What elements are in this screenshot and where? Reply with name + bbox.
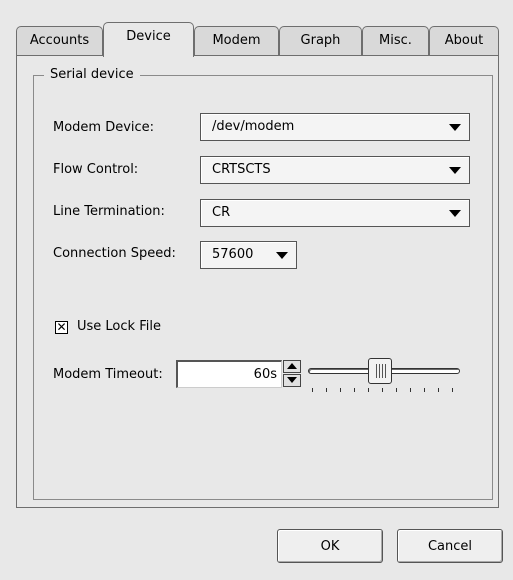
spin-up-button[interactable] — [283, 360, 301, 373]
device-tab-panel: Serial device Modem Device: /dev/modem F… — [16, 55, 499, 508]
group-title: Serial device — [44, 67, 140, 83]
tab-device[interactable]: Device — [103, 22, 194, 57]
line-termination-combo[interactable]: CR — [200, 199, 470, 227]
slider-tick — [452, 388, 453, 392]
slider-tick — [438, 388, 439, 392]
modem-timeout-label: Modem Timeout: — [53, 367, 163, 382]
slider-tick — [354, 388, 355, 392]
slider-tick — [396, 388, 397, 392]
lock-file-label[interactable]: Use Lock File — [77, 317, 161, 337]
lock-file-checkbox[interactable]: ✕ — [55, 321, 68, 334]
slider-tick — [382, 388, 383, 392]
tab-accounts[interactable]: Accounts — [16, 26, 103, 56]
dropdown-arrow-icon — [449, 167, 461, 174]
arrow-down-icon — [287, 377, 297, 383]
dropdown-arrow-icon — [449, 124, 461, 131]
slider-tick — [340, 388, 341, 392]
slider-tick — [368, 388, 369, 392]
grip-line — [379, 364, 380, 378]
flow-control-value: CRTSCTS — [212, 162, 271, 177]
slider-tick — [424, 388, 425, 392]
tab-misc[interactable]: Misc. — [362, 26, 429, 56]
slider-handle[interactable] — [368, 358, 392, 384]
connection-speed-label: Connection Speed: — [53, 246, 176, 261]
dropdown-arrow-icon — [449, 210, 461, 217]
modem-timeout-slider[interactable] — [300, 358, 470, 392]
arrow-up-icon — [287, 363, 297, 369]
modem-device-value: /dev/modem — [212, 119, 295, 134]
modem-device-label: Modem Device: — [53, 120, 155, 135]
line-termination-label: Line Termination: — [53, 204, 165, 219]
slider-tick — [312, 388, 313, 392]
modem-timeout-input[interactable]: 60s — [176, 360, 282, 388]
ok-button[interactable]: OK — [277, 529, 383, 563]
tab-about[interactable]: About — [429, 26, 499, 56]
connection-speed-combo[interactable]: 57600 — [200, 241, 297, 269]
flow-control-label: Flow Control: — [53, 162, 139, 177]
flow-control-combo[interactable]: CRTSCTS — [200, 156, 470, 184]
slider-tick — [326, 388, 327, 392]
spin-down-button[interactable] — [283, 374, 301, 387]
connection-speed-value: 57600 — [212, 247, 254, 262]
grip-line — [382, 364, 383, 378]
modem-timeout-spinbox: 60s — [176, 360, 306, 388]
tab-graph[interactable]: Graph — [279, 26, 362, 56]
tab-modem[interactable]: Modem — [194, 26, 279, 56]
grip-line — [376, 364, 377, 378]
cancel-button[interactable]: Cancel — [397, 529, 503, 563]
dropdown-arrow-icon — [276, 252, 288, 259]
modem-device-combo[interactable]: /dev/modem — [200, 113, 470, 141]
grip-line — [385, 364, 386, 378]
slider-tick — [410, 388, 411, 392]
line-termination-value: CR — [212, 205, 231, 220]
